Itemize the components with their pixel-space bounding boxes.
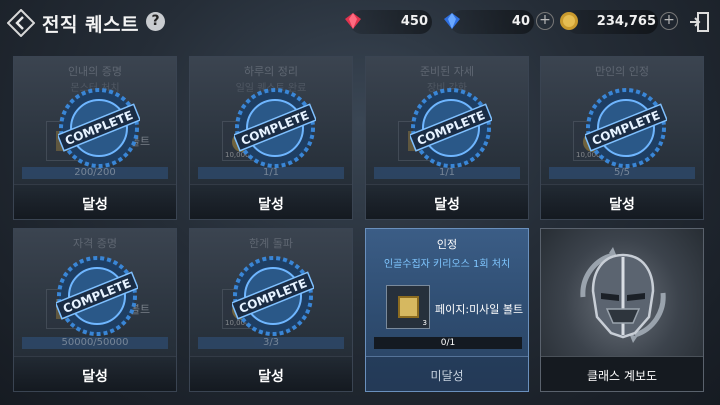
quest-title: 인내의 증명 [67,65,123,78]
gold-coin-icon [560,12,578,30]
status-label: 달성 [609,197,635,213]
quest-title: 한계 돌파 [249,237,293,250]
progress-bar: 0/1 [374,337,522,349]
quest-card-1[interactable]: 인내의 증명 몬스터 처치 미사일 볼트 200/200 달성 COMPLETE [13,56,177,220]
quest-card-2[interactable]: 하루의 정리 일일 퀘스트 완료 10,000 1/1 달성 COMPLETE [189,56,353,220]
reward-item-qty: 3 [422,319,427,327]
red-gem-value: 450 [400,14,428,29]
gold-plus-button[interactable]: + [660,12,678,30]
progress-text: 3/3 [262,337,280,348]
status-label: 달성 [82,197,108,213]
quest-title: 인정 [436,238,458,251]
status-label: 달성 [82,369,108,385]
progress-text: 50000/50000 [61,337,129,348]
complete-stamp-icon: COMPLETE [56,256,138,336]
progress-text: 0/1 [440,338,456,348]
gold-value: 234,765 [596,14,656,29]
quest-title: 준비된 자세 [419,65,475,78]
complete-stamp-icon: COMPLETE [232,256,314,336]
complete-stamp-icon: COMPLETE [410,88,492,168]
status-label: 달성 [258,369,284,385]
page-title: 전직 퀘스트 [42,14,140,36]
quest-card-5[interactable]: 자격 증명 미사일 볼트 50000/50000 달성 COMPLETE [13,228,177,392]
complete-stamp-icon: COMPLETE [234,88,316,168]
complete-stamp-icon: COMPLETE [58,88,140,168]
progress-bar: 3/3 [198,337,344,349]
progress-bar: 50000/50000 [22,337,168,349]
back-diamond-icon[interactable] [7,9,35,37]
reward-item-slot[interactable]: 3 [386,285,430,329]
blue-gem-plus-button[interactable]: + [536,12,554,30]
help-icon[interactable]: ? [146,12,165,31]
red-gem-icon [345,13,361,29]
quest-card-4[interactable]: 만인의 인정 10,000 5/5 달성 COMPLETE [540,56,704,220]
quest-title: 만인의 인정 [594,65,650,78]
status-label: 달성 [258,197,284,213]
quest-card-3[interactable]: 준비된 자세 장비 강화 1/1 달성 COMPLETE [365,56,529,220]
blue-gem-icon [444,13,460,29]
class-lineage-card[interactable]: 클래스 계보도 [540,228,704,392]
class-lineage-label: 클래스 계보도 [586,369,658,383]
status-label: 미달성 [430,369,464,383]
quest-title: 자격 증명 [73,237,117,250]
active-quest-card[interactable]: 인정 인골수집자 키리오스 1회 처치 3 페이지:미사일 볼트 0/1 미달성 [365,228,529,392]
knight-helmet-icon [580,247,666,343]
quest-card-6[interactable]: 한계 돌파 10,000 3/3 달성 COMPLETE [189,228,353,392]
top-bar: 전직 퀘스트 ? 450 40 + 234,765 + [0,0,720,44]
complete-stamp-icon: COMPLETE [585,88,667,168]
reward-item-name: 페이지:미사일 볼트 [435,303,524,316]
blue-gem-value: 40 [511,14,530,29]
exit-door-icon[interactable] [688,11,710,33]
quest-title: 하루의 정리 [243,65,299,78]
bolt-page-item-icon [398,296,419,318]
status-label: 달성 [434,197,460,213]
quest-objective: 인골수집자 키리오스 1회 처치 [383,259,511,270]
